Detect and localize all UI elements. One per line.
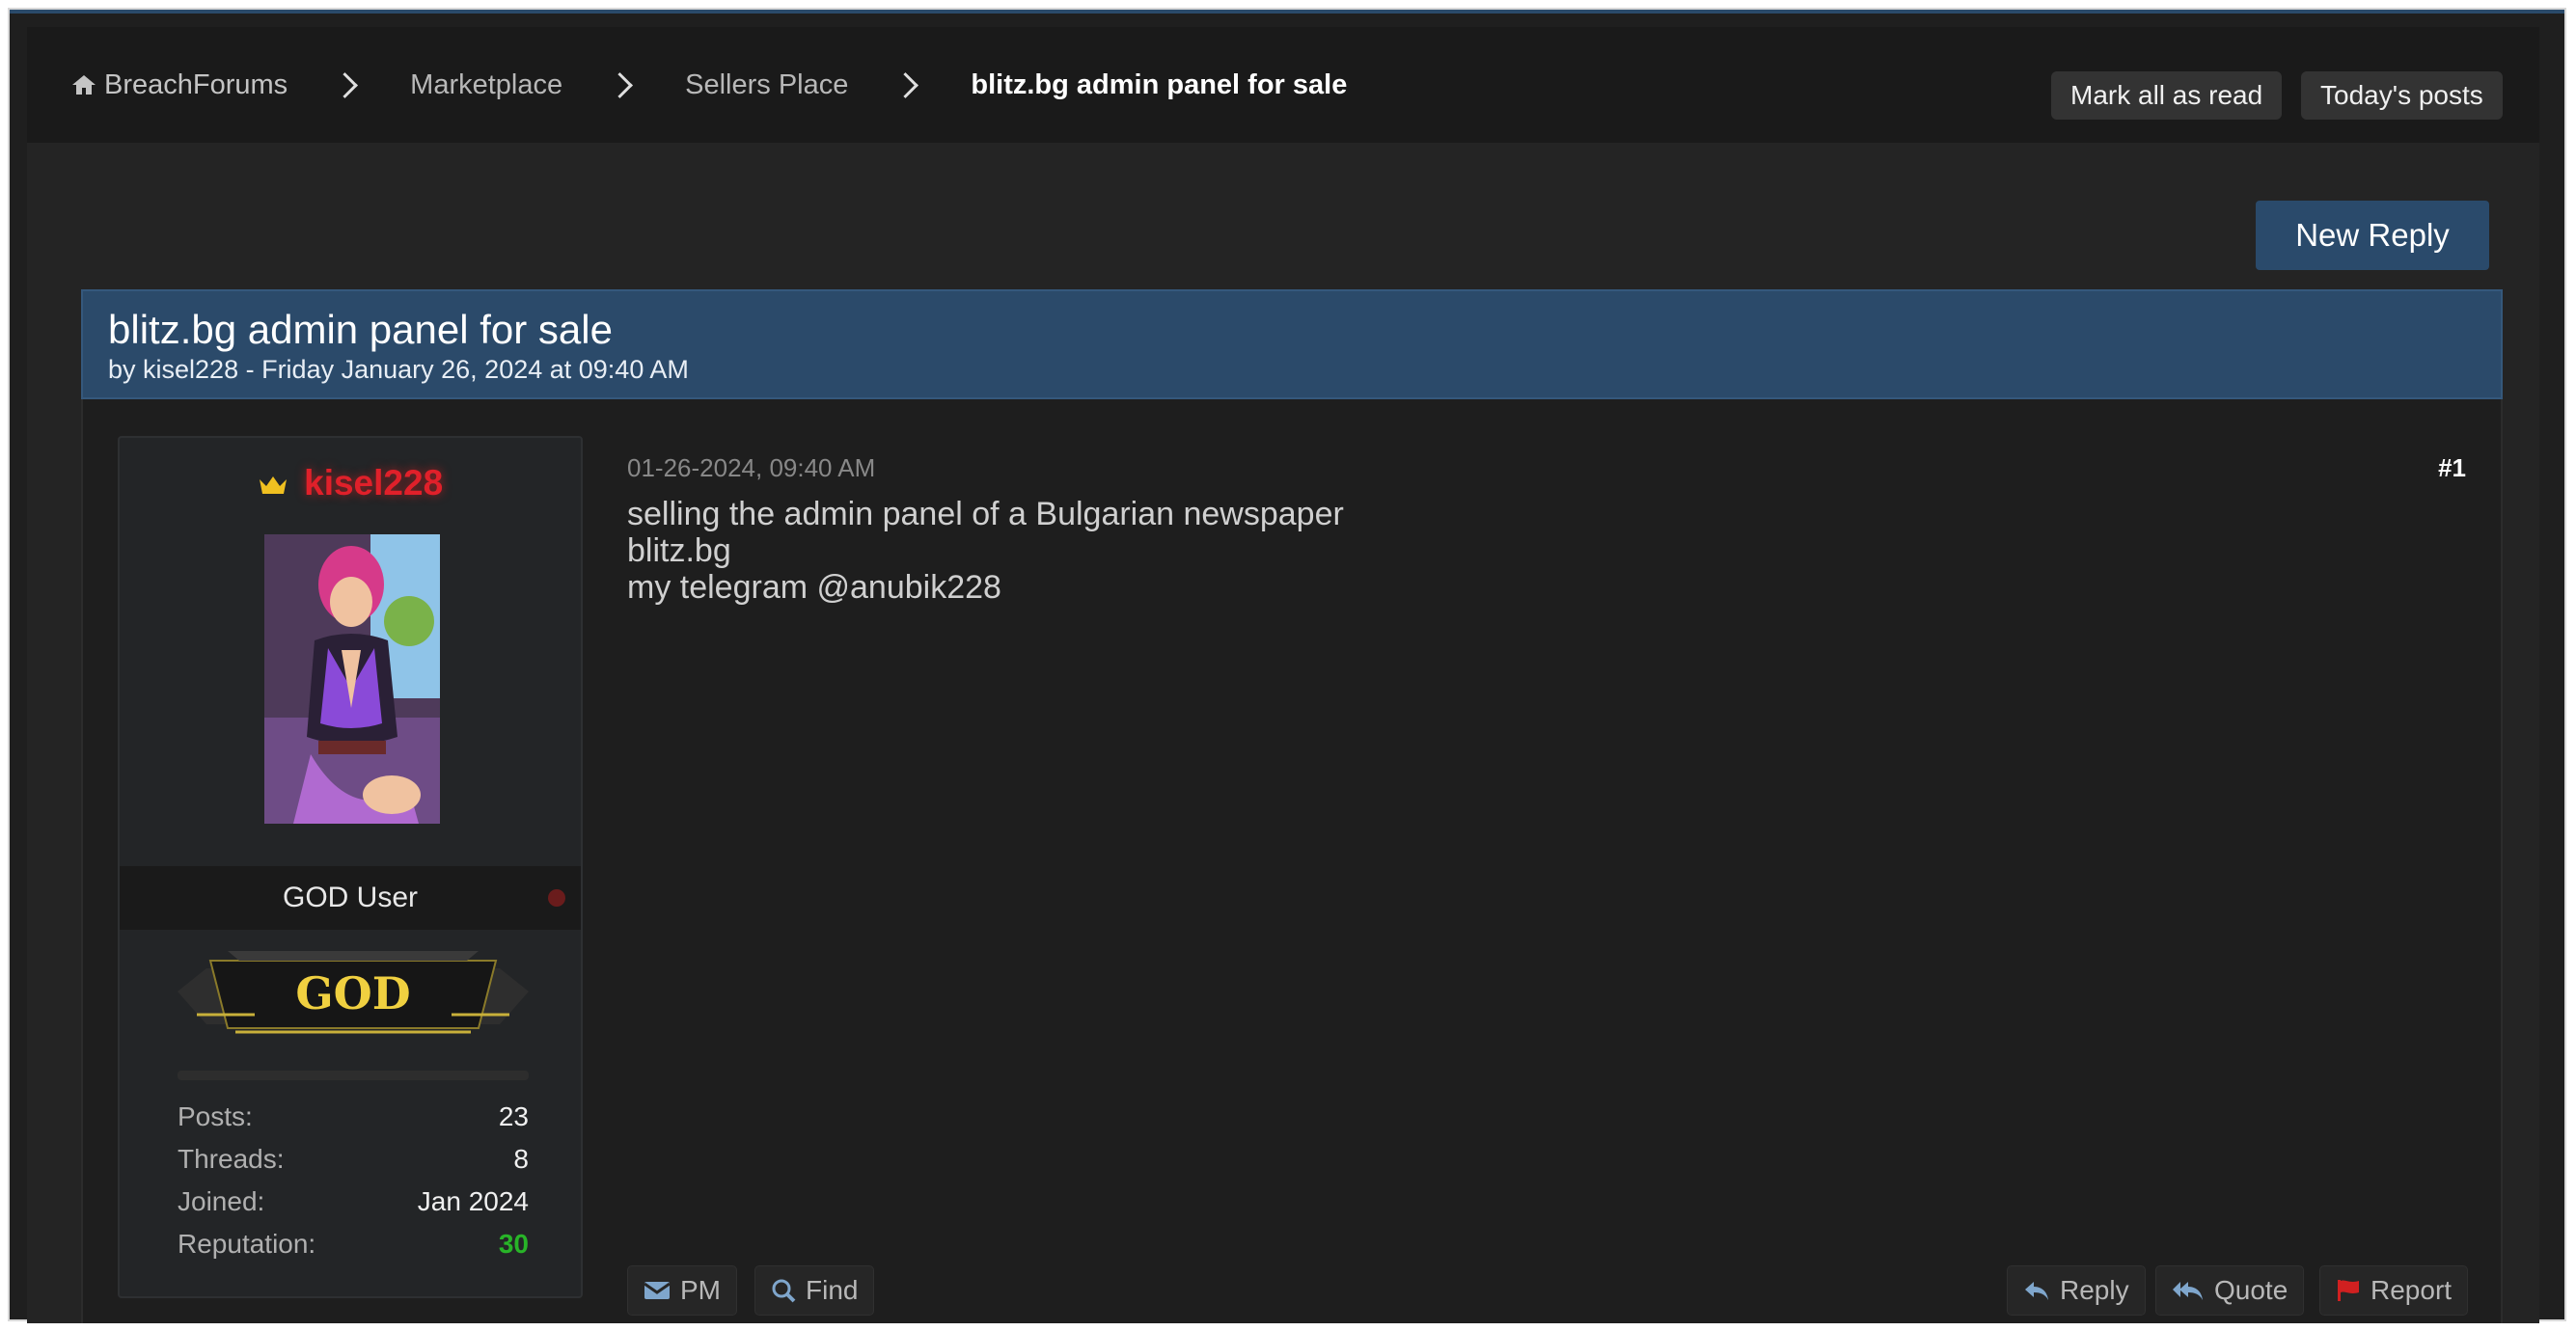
post-number-link[interactable]: #1 <box>2438 453 2466 483</box>
offline-status-dot <box>548 889 565 907</box>
crown-icon <box>259 476 287 495</box>
quote-icon <box>2173 1282 2203 1300</box>
author-name-row: kisel228 <box>120 463 581 503</box>
chevron-right-icon <box>332 71 359 98</box>
breadcrumb-marketplace[interactable]: Marketplace <box>410 69 562 101</box>
god-rank-badge: GOD <box>178 947 529 1040</box>
author-username-link[interactable]: kisel228 <box>304 463 443 503</box>
search-icon <box>772 1279 796 1303</box>
breadcrumb-home-label: BreachForums <box>104 68 288 100</box>
stat-posts: Posts: 23 <box>178 1101 529 1132</box>
flag-icon <box>2338 1280 2359 1301</box>
quote-button[interactable]: Quote <box>2155 1265 2305 1316</box>
stat-label: Joined: <box>178 1186 265 1216</box>
thread-title: blitz.bg admin panel for sale <box>108 307 613 352</box>
post-body: selling the admin panel of a Bulgarian n… <box>627 496 1344 606</box>
thread-header: blitz.bg admin panel for sale by kisel22… <box>81 289 2503 399</box>
chevron-right-icon <box>892 71 919 98</box>
reply-icon <box>2025 1282 2048 1300</box>
header-bar: BreachForums Marketplace Sellers Place b… <box>27 27 2539 143</box>
author-rank: GOD User <box>282 882 418 913</box>
post: kisel228 GOD User GOD Posts: 23 Threads:… <box>81 399 2503 1323</box>
breadcrumb-current: blitz.bg admin panel for sale <box>971 68 1348 100</box>
chevron-right-icon <box>607 71 634 98</box>
reputation-value-link[interactable]: 30 <box>499 1229 529 1260</box>
stat-label: Threads: <box>178 1144 285 1174</box>
reply-button[interactable]: Reply <box>2007 1265 2146 1316</box>
author-avatar[interactable] <box>264 534 440 824</box>
report-label: Report <box>2370 1275 2453 1305</box>
stat-value: Jan 2024 <box>417 1186 529 1216</box>
post-line: my telegram @anubik228 <box>627 569 1001 606</box>
forum-page: BreachForums Marketplace Sellers Place b… <box>27 27 2539 1323</box>
post-date: 01-26-2024, 09:40 AM <box>627 453 876 482</box>
post-line: selling the admin panel of a Bulgarian n… <box>627 496 1344 532</box>
quote-label: Quote <box>2214 1275 2288 1305</box>
home-icon <box>72 75 96 95</box>
reply-label: Reply <box>2060 1275 2129 1305</box>
new-reply-button[interactable]: New Reply <box>2256 201 2489 270</box>
stat-joined: Joined: Jan 2024 <box>178 1186 529 1217</box>
pm-button[interactable]: PM <box>627 1265 737 1316</box>
report-button[interactable]: Report <box>2319 1265 2469 1316</box>
reputation-divider <box>178 1071 529 1080</box>
stat-label: Reputation: <box>178 1229 316 1259</box>
breadcrumb: BreachForums Marketplace Sellers Place b… <box>71 27 1347 143</box>
top-accent-strip <box>10 10 2564 14</box>
mark-all-read-button[interactable]: Mark all as read <box>2051 71 2283 120</box>
author-panel: kisel228 GOD User GOD Posts: 23 Threads:… <box>118 436 583 1298</box>
breadcrumb-sellers-place[interactable]: Sellers Place <box>685 69 848 101</box>
badge-text: GOD <box>295 967 410 1019</box>
avatar-image <box>264 534 440 824</box>
pm-label: PM <box>680 1275 721 1305</box>
stat-value: 23 <box>498 1101 529 1131</box>
find-label: Find <box>806 1275 859 1305</box>
post-line: blitz.bg <box>627 532 731 569</box>
browser-frame: BreachForums Marketplace Sellers Place b… <box>8 8 2566 1323</box>
envelope-icon <box>644 1282 671 1299</box>
stat-label: Posts: <box>178 1101 253 1131</box>
stat-value: 8 <box>513 1144 529 1174</box>
find-button[interactable]: Find <box>754 1265 875 1316</box>
thread-subtitle: by kisel228 - Friday January 26, 2024 at… <box>108 355 689 384</box>
stat-reputation: Reputation: 30 <box>178 1229 529 1260</box>
breadcrumb-home-link[interactable]: BreachForums <box>71 69 288 101</box>
todays-posts-button[interactable]: Today's posts <box>2301 71 2503 120</box>
rank-bar: GOD User <box>120 866 581 930</box>
stat-threads: Threads: 8 <box>178 1144 529 1175</box>
